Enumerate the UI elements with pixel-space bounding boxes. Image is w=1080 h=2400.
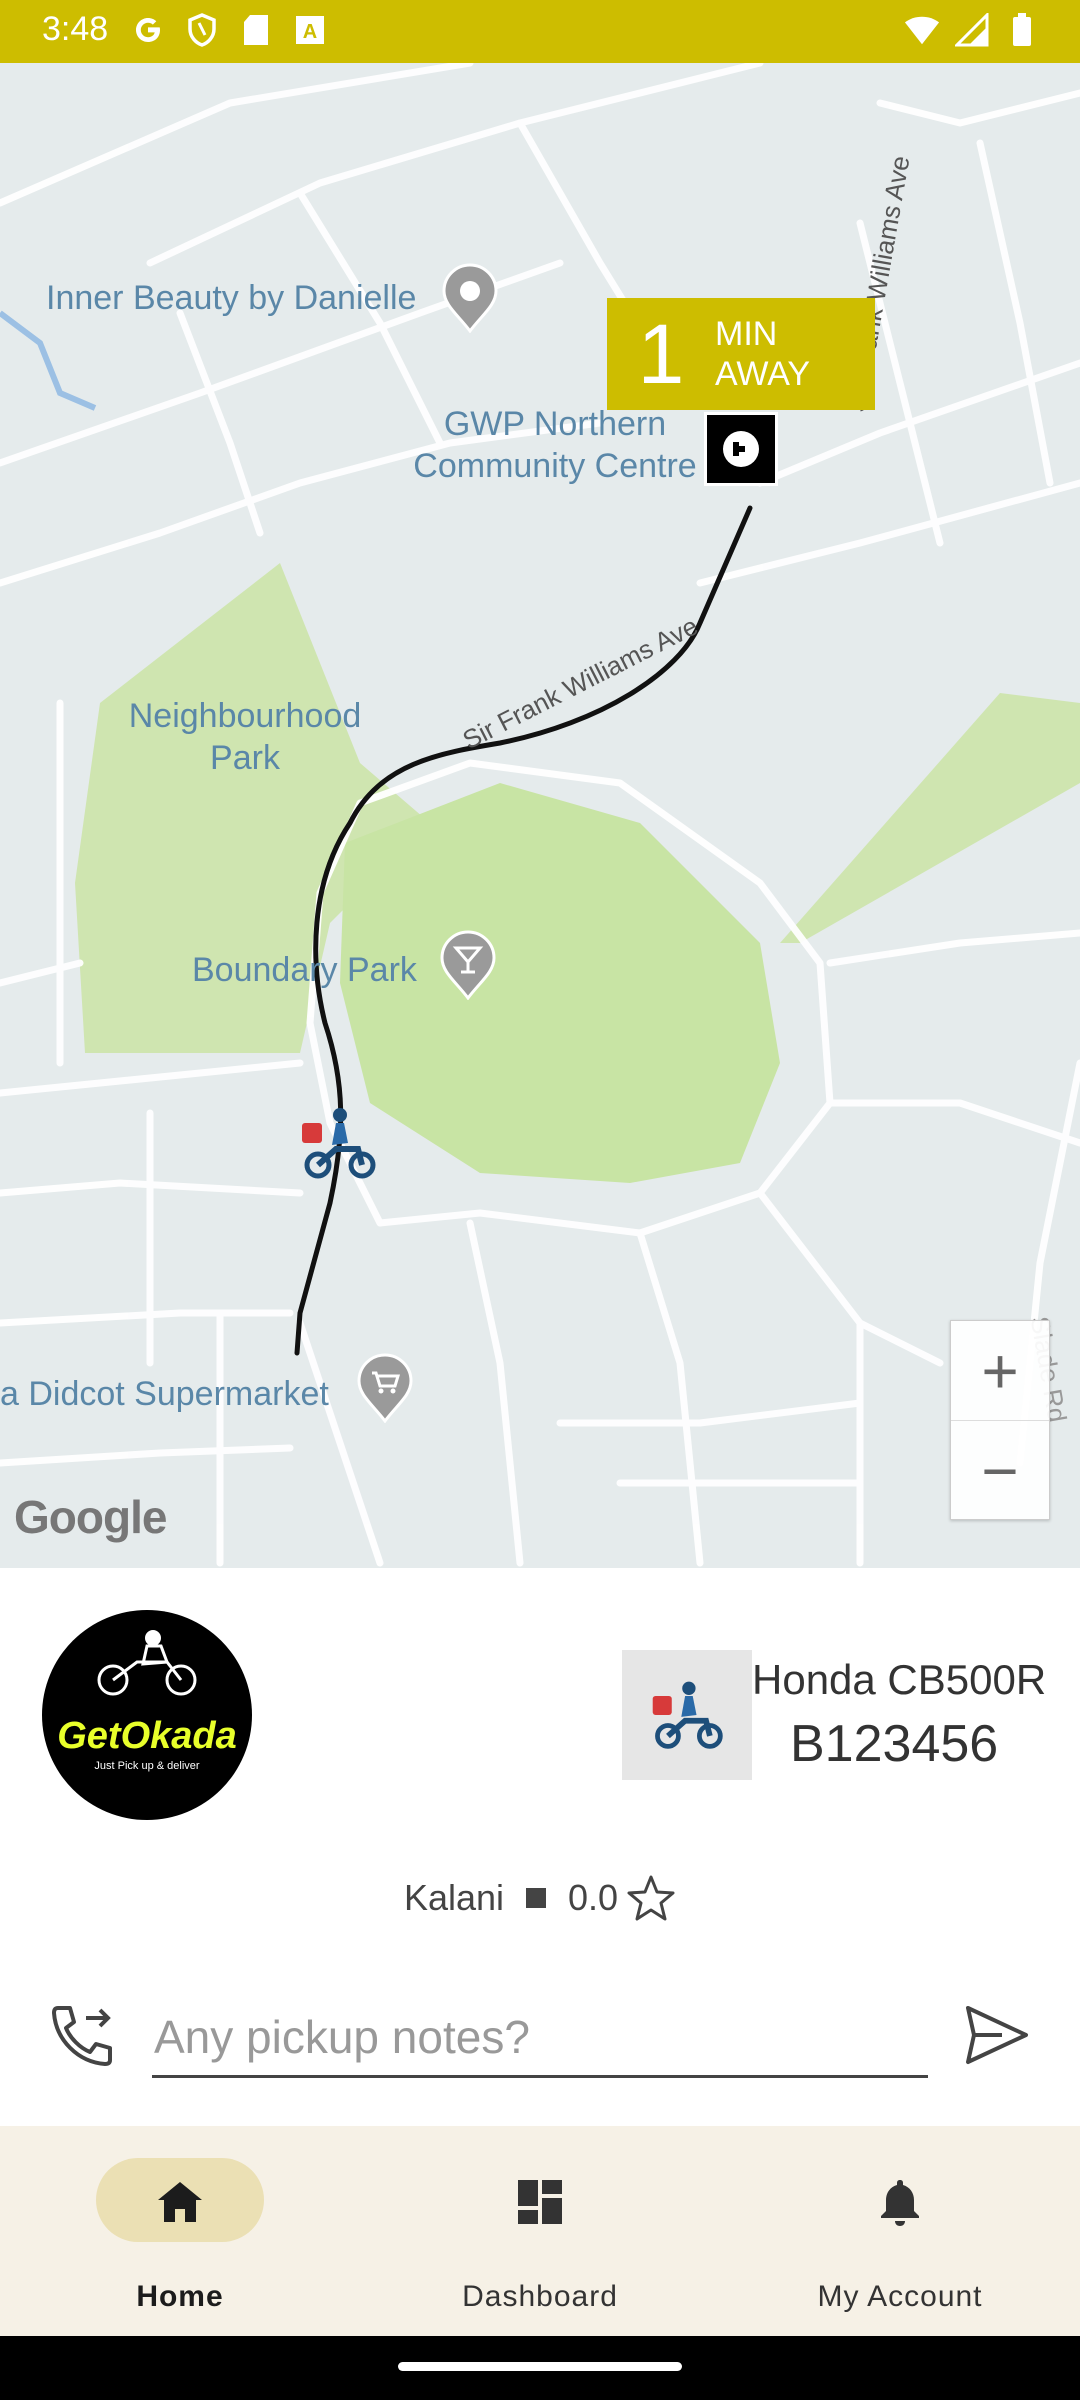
map-label-boundary-park: Boundary Park: [192, 951, 417, 989]
home-icon: [158, 2182, 202, 2222]
map-view[interactable]: Inner Beauty by Danielle GWP Northern Co…: [0, 63, 1080, 1568]
bottom-navigation: Home Dashboard My Account: [0, 2126, 1080, 2336]
nav-item-dashboard[interactable]: Dashboard: [360, 2126, 720, 2336]
eta-number: 1: [637, 306, 685, 401]
status-bar: 3:48 A: [0, 0, 1080, 63]
vehicle-image: [622, 1650, 752, 1780]
map-label-inner-beauty: Inner Beauty by Danielle: [46, 279, 417, 317]
brand-name: GetOkada: [57, 1714, 237, 1757]
bell-icon: [881, 2180, 919, 2226]
rider-summary: Kalani 0.0: [0, 1868, 1080, 1928]
google-logo: Google: [14, 1491, 167, 1543]
text-icon: A: [292, 12, 328, 48]
signal-icon: [954, 12, 990, 48]
map-pin-icon[interactable]: [440, 263, 500, 334]
motorbike-rider-icon: [97, 1630, 197, 1696]
notes-row: [0, 1978, 1080, 2088]
google-icon: [130, 12, 166, 48]
nav-label-my-account: My Account: [817, 2280, 983, 2313]
destination-marker-icon[interactable]: [704, 412, 778, 486]
vehicle-model: Honda CB500R: [752, 1656, 1047, 1703]
zoom-controls: + −: [950, 1320, 1050, 1520]
rider-rating: 0.0: [568, 1877, 619, 1918]
map-label-supermarket: a Didcot Supermarket: [0, 1375, 329, 1413]
svg-text:A: A: [303, 21, 317, 43]
gesture-area: [0, 2336, 1080, 2400]
brand-logo: GetOkada Just Pick up & deliver: [42, 1610, 252, 1820]
rider-location-icon[interactable]: [296, 1101, 380, 1185]
pickup-notes-input[interactable]: [152, 1998, 928, 2078]
map-label-gwp-line2: Community Centre: [413, 447, 697, 485]
vehicle-plate: B123456: [790, 1715, 999, 1773]
phone-forward-icon[interactable]: [48, 2000, 118, 2070]
driver-info-panel: GetOkada Just Pick up & deliver Honda CB…: [0, 1568, 1080, 2126]
nav-label-dashboard: Dashboard: [462, 2280, 618, 2313]
eta-unit: MIN: [715, 315, 778, 353]
sd-card-icon: [238, 12, 274, 48]
eta-suffix: AWAY: [715, 355, 811, 393]
zoom-out-button[interactable]: −: [951, 1421, 1049, 1521]
wifi-icon: [904, 12, 940, 48]
cocktail-pin-icon[interactable]: [438, 930, 498, 1001]
dashboard-icon: [518, 2180, 562, 2224]
separator-square-icon: [526, 1888, 547, 1908]
shopping-cart-pin-icon[interactable]: [355, 1353, 415, 1424]
battery-icon: [1004, 12, 1040, 48]
status-time: 3:48: [42, 10, 109, 48]
nav-item-home[interactable]: Home: [0, 2126, 360, 2336]
rider-name: Kalani: [403, 1877, 505, 1918]
home-gesture-bar[interactable]: [398, 2362, 682, 2371]
scooter-icon: [652, 1681, 723, 1749]
map-label-gwp: GWP Northern Community Centre: [400, 403, 710, 487]
send-icon[interactable]: [962, 2000, 1032, 2070]
map-label-neighbourhood-line2: Park: [210, 739, 280, 777]
star-icon: [627, 1875, 675, 1921]
shield-icon: [184, 12, 220, 48]
nav-label-home: Home: [136, 2280, 224, 2313]
zoom-in-button[interactable]: +: [951, 1321, 1049, 1421]
brand-tagline: Just Pick up & deliver: [94, 1759, 200, 1772]
eta-badge: 1 MIN AWAY: [607, 298, 875, 410]
map-label-neighbourhood-line1: Neighbourhood: [128, 697, 362, 735]
nav-item-my-account[interactable]: My Account: [720, 2126, 1080, 2336]
map-label-neighbourhood-park: Neighbourhood Park: [110, 695, 380, 779]
